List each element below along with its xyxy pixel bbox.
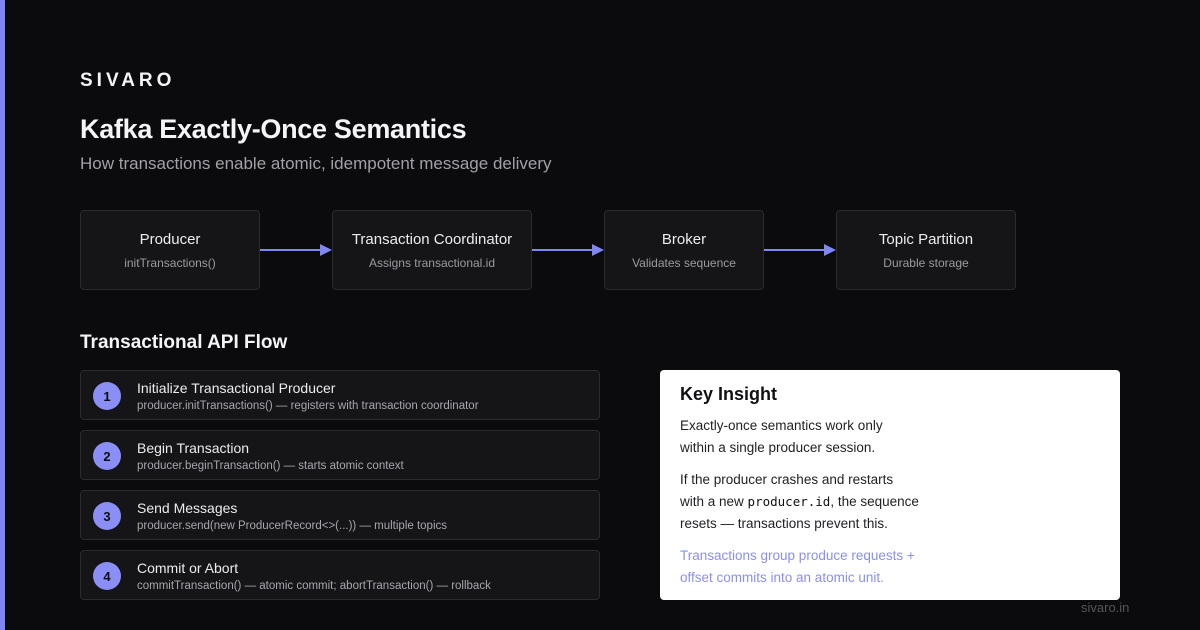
- flow-node-title: Topic Partition: [878, 230, 974, 248]
- key-insight-card: Key Insight Exactly-once semantics work …: [660, 370, 1120, 600]
- footer-url: sivaro.in: [1081, 600, 1130, 615]
- flow-node-subtitle: Assigns transactional.id: [368, 255, 496, 270]
- step-number-badge: 4: [93, 562, 121, 590]
- step-number-badge: 1: [93, 382, 121, 410]
- flow-node-subtitle: Validates sequence: [632, 255, 736, 270]
- insight-text: , the sequence: [830, 494, 919, 509]
- accent-bar: [0, 0, 5, 630]
- flow-node-transaction-coordinator: Transaction Coordinator Assigns transact…: [332, 210, 532, 290]
- page-subtitle: How transactions enable atomic, idempote…: [80, 154, 552, 173]
- flow-node-producer: Producer initTransactions(): [80, 210, 260, 290]
- insight-text: If the producer crashes and restarts: [680, 472, 894, 487]
- step-description: commitTransaction() — atomic commit; abo…: [137, 580, 491, 592]
- insight-paragraph: If the producer crashes and restarts wit…: [680, 469, 1100, 535]
- flow-node-title: Transaction Coordinator: [351, 230, 513, 248]
- step-number-badge: 3: [93, 502, 121, 530]
- page-title: Kafka Exactly-Once Semantics: [80, 114, 467, 144]
- step-description: producer.initTransactions() — registers …: [137, 400, 479, 412]
- flow-node-title: Producer: [139, 230, 201, 248]
- flow-arrow-icon: [532, 244, 604, 256]
- step-description: producer.beginTransaction() — starts ato…: [137, 460, 404, 472]
- flow-node-topic-partition: Topic Partition Durable storage: [836, 210, 1016, 290]
- insight-text: resets — transactions prevent this.: [680, 516, 888, 531]
- step-number-badge: 2: [93, 442, 121, 470]
- step-title: Begin Transaction: [137, 440, 250, 456]
- flow-node-title: Broker: [661, 230, 707, 248]
- insight-title: Key Insight: [680, 384, 778, 404]
- step-title: Send Messages: [137, 500, 238, 516]
- insight-text: with a new: [680, 494, 748, 509]
- step-title: Commit or Abort: [137, 560, 239, 576]
- flow-arrow-icon: [764, 244, 836, 256]
- step-description: producer.send(new ProducerRecord<>(...))…: [137, 520, 448, 532]
- flow-arrow-icon: [260, 244, 332, 256]
- api-flow-title: Transactional API Flow: [80, 332, 288, 353]
- insight-note: Transactions group produce requests + of…: [680, 545, 1100, 589]
- api-step: 3 Send Messages producer.send(new Produc…: [80, 490, 600, 540]
- flow-node-subtitle: Durable storage: [883, 255, 969, 270]
- brand-logo-text: SIVARO: [80, 70, 176, 91]
- api-step: 1 Initialize Transactional Producer prod…: [80, 370, 600, 420]
- insight-paragraph: Exactly-once semantics work only within …: [680, 415, 1100, 459]
- flow-node-broker: Broker Validates sequence: [604, 210, 764, 290]
- api-step: 2 Begin Transaction producer.beginTransa…: [80, 430, 600, 480]
- insight-code: producer.id: [747, 494, 831, 509]
- step-title: Initialize Transactional Producer: [137, 380, 336, 396]
- api-step: 4 Commit or Abort commitTransaction() — …: [80, 550, 600, 600]
- insight-text: offset commits into an atomic unit.: [680, 570, 884, 585]
- flow-node-subtitle: initTransactions(): [124, 255, 216, 270]
- insight-text: Transactions group produce requests +: [680, 548, 915, 563]
- insight-text: within a single producer session.: [680, 440, 876, 455]
- insight-text: Exactly-once semantics work only: [680, 418, 883, 433]
